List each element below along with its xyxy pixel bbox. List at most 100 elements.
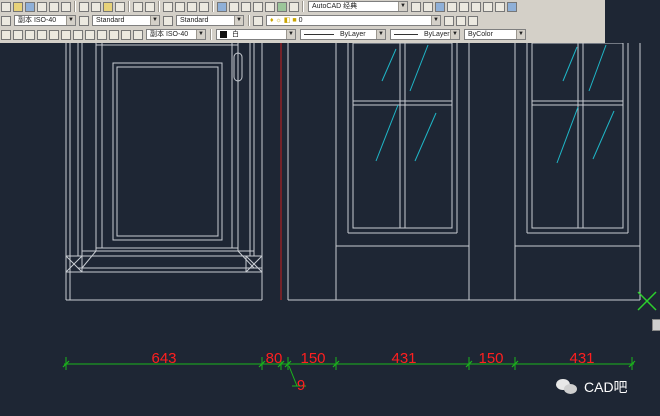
side-tab[interactable]	[652, 319, 660, 331]
dim-431-left[interactable]: 431	[391, 350, 416, 367]
new-icon[interactable]	[1, 1, 11, 12]
glass-hatch-line	[588, 44, 607, 92]
linetype-combo[interactable]: ByLayer ▼	[300, 29, 386, 40]
dim-431-right[interactable]: 431	[569, 350, 594, 367]
dim-radius-icon[interactable]	[49, 29, 59, 40]
chevron-down-icon[interactable]: ▼	[66, 16, 75, 25]
save-icon[interactable]	[25, 1, 35, 12]
text-style-combo[interactable]: 副本 ISO-40 ▼	[14, 15, 76, 26]
plot-style-value: ByColor	[468, 31, 493, 38]
sheet-set-icon[interactable]	[253, 1, 263, 12]
chevron-down-icon[interactable]: ▼	[234, 16, 243, 25]
calculator-icon[interactable]	[277, 1, 287, 12]
table-style-icon[interactable]	[163, 15, 173, 26]
pan-icon[interactable]	[163, 1, 173, 12]
print-icon[interactable]	[37, 1, 47, 12]
tolerance-icon[interactable]	[121, 29, 131, 40]
separator	[74, 1, 76, 12]
layer-isolate-icon[interactable]	[468, 15, 478, 26]
separator	[212, 1, 214, 12]
dim-style-combo[interactable]: Standard ▼	[92, 15, 160, 26]
visual-style-icon[interactable]	[507, 1, 517, 12]
layer-combo[interactable]: ♦ ☼ ◧ ■ 0 ▼	[266, 15, 441, 26]
properties-toolbar: 副本 ISO-40 ▼ 白 ▼ ByLayer ▼ ByLayer ▼ ByCo…	[0, 28, 528, 41]
dim-80[interactable]: 80	[266, 350, 283, 367]
zoom-window-icon[interactable]	[187, 1, 197, 12]
plot-style-combo[interactable]: ByColor ▼	[464, 29, 526, 40]
dim-643[interactable]: 643	[151, 350, 176, 367]
zoom-realtime-icon[interactable]	[175, 1, 185, 12]
paste-icon[interactable]	[103, 1, 113, 12]
dim-linear-icon[interactable]	[1, 29, 11, 40]
mleader-style-value: 副本 ISO-40	[150, 31, 189, 38]
glass-hatch-line	[381, 48, 397, 82]
materials-icon[interactable]	[483, 1, 493, 12]
preview-icon[interactable]	[49, 1, 59, 12]
dim-150-right[interactable]: 150	[478, 350, 503, 367]
dim-9[interactable]: 9	[297, 377, 305, 394]
dim-arc-icon[interactable]	[25, 29, 35, 40]
view-icon[interactable]	[435, 1, 445, 12]
layer-manager-icon[interactable]	[253, 15, 263, 26]
dim-diameter-icon[interactable]	[61, 29, 71, 40]
chevron-down-icon[interactable]: ▼	[431, 16, 440, 25]
center-mark-icon[interactable]	[133, 29, 143, 40]
door-inner-panel	[112, 62, 223, 241]
dim-ordinate-icon[interactable]	[37, 29, 47, 40]
publish-icon[interactable]	[61, 1, 71, 12]
markup-icon[interactable]	[265, 1, 275, 12]
toolbar-area: AutoCAD 经典 ▼ 副本 ISO-40 ▼ Standard ▼ Stan…	[0, 0, 605, 43]
render-icon[interactable]	[459, 1, 469, 12]
mleader-style-combo[interactable]: 副本 ISO-40 ▼	[146, 29, 206, 40]
workspace-label: AutoCAD 经典	[312, 3, 358, 10]
dimension-leader	[288, 365, 298, 387]
match-properties-icon[interactable]	[115, 1, 125, 12]
dim-aligned-icon[interactable]	[13, 29, 23, 40]
undo-icon[interactable]	[133, 1, 143, 12]
color-combo[interactable]: 白 ▼	[216, 29, 296, 40]
copy-icon[interactable]	[91, 1, 101, 12]
gear-icon[interactable]	[423, 1, 433, 12]
chevron-down-icon[interactable]: ▼	[196, 30, 205, 39]
make-current-layer-icon[interactable]	[444, 15, 454, 26]
chevron-down-icon[interactable]: ▼	[286, 30, 295, 39]
chevron-down-icon[interactable]: ▼	[450, 30, 459, 39]
dim-angular-icon[interactable]	[73, 29, 83, 40]
properties-icon[interactable]	[217, 1, 227, 12]
toolbar-empty-area	[605, 0, 660, 43]
help-icon[interactable]	[289, 1, 299, 12]
dim-baseline-icon[interactable]	[97, 29, 107, 40]
camera-icon[interactable]	[495, 1, 505, 12]
redo-icon[interactable]	[145, 1, 155, 12]
linetype-value: ByLayer	[339, 31, 366, 38]
workspace-combo[interactable]: AutoCAD 经典 ▼	[308, 1, 408, 12]
design-center-icon[interactable]	[229, 1, 239, 12]
dim-150-left[interactable]: 150	[300, 350, 325, 367]
door-chamfer	[81, 250, 97, 269]
chevron-down-icon[interactable]: ▼	[398, 2, 407, 11]
quick-dim-icon[interactable]	[85, 29, 95, 40]
table-style-combo[interactable]: Standard ▼	[176, 15, 244, 26]
workspace-settings-icon[interactable]	[411, 1, 421, 12]
watermark: CAD吧	[556, 376, 628, 398]
dim-continue-icon[interactable]	[109, 29, 119, 40]
zoom-previous-icon[interactable]	[199, 1, 209, 12]
cut-icon[interactable]	[79, 1, 89, 12]
chevron-down-icon[interactable]: ▼	[376, 30, 385, 39]
linetype-sample	[304, 33, 334, 35]
chevron-down-icon[interactable]: ▼	[150, 16, 159, 25]
drawing-canvas[interactable]: 643 80 150 431 150 431 9	[0, 43, 660, 416]
wechat-icon	[556, 378, 578, 396]
open-icon[interactable]	[13, 1, 23, 12]
tool-palettes-icon[interactable]	[241, 1, 251, 12]
lineweight-combo[interactable]: ByLayer ▼	[390, 29, 460, 40]
standard-toolbar: AutoCAD 经典 ▼	[0, 0, 518, 13]
layer-previous-icon[interactable]	[456, 15, 466, 26]
glass-hatch-line	[414, 112, 437, 162]
orbit-icon[interactable]	[447, 1, 457, 12]
chevron-down-icon[interactable]: ▼	[516, 30, 525, 39]
lights-icon[interactable]	[471, 1, 481, 12]
dim-style-icon[interactable]	[79, 15, 89, 26]
separator	[210, 29, 212, 40]
text-style-icon[interactable]	[1, 15, 11, 26]
